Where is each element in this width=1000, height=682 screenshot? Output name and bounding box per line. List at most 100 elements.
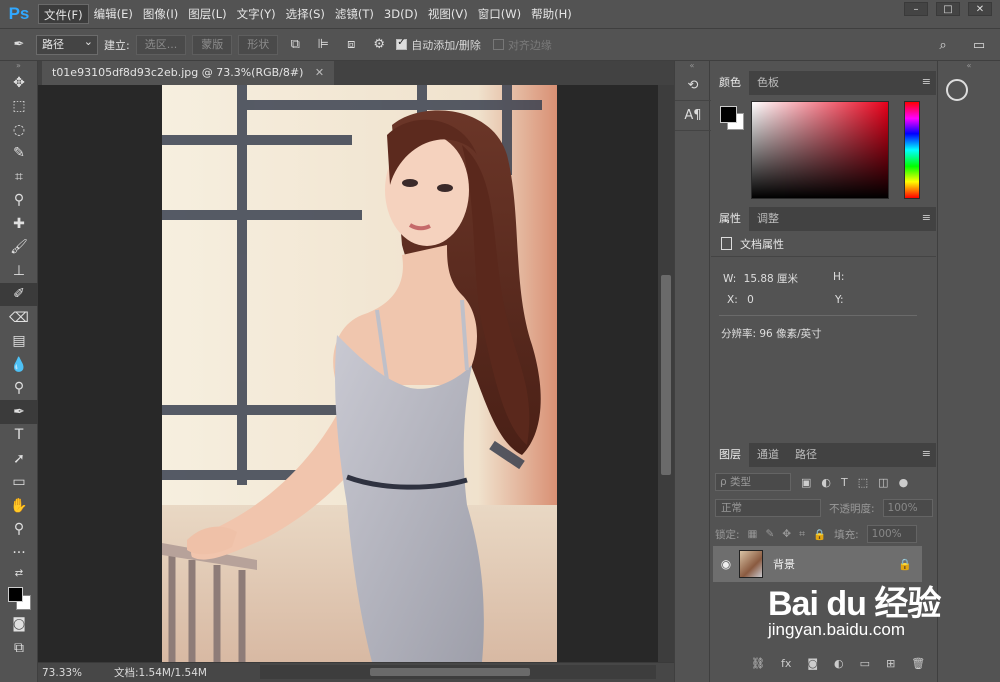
pen-mode-select[interactable]: 路径: [36, 33, 98, 55]
panel-menu-icon[interactable]: ≡: [922, 211, 931, 224]
menu-select[interactable]: 选择(S): [281, 4, 330, 24]
document-tab[interactable]: t01e93105df8d93c2eb.jpg @ 73.3%(RGB/8#) …: [42, 61, 335, 85]
path-selection-tool-icon[interactable]: ➚: [0, 447, 38, 471]
dodge-tool-icon[interactable]: ⚲: [0, 377, 38, 401]
close-document-icon[interactable]: ✕: [315, 66, 324, 79]
gradient-tool-icon[interactable]: ▤: [0, 330, 38, 354]
menu-file[interactable]: 文件(F): [38, 4, 89, 24]
tab-color[interactable]: 颜色: [711, 71, 749, 95]
tab-channels[interactable]: 通道: [749, 443, 787, 467]
menu-view[interactable]: 视图(V): [423, 4, 473, 24]
menu-edit[interactable]: 编辑(E): [89, 4, 138, 24]
panel-menu-icon[interactable]: ≡: [922, 447, 931, 460]
vertical-scrollbar[interactable]: [658, 85, 674, 662]
make-mask-button[interactable]: 蒙版: [192, 34, 233, 55]
filter-toggle-icon[interactable]: ●: [899, 476, 909, 489]
type-tool-icon[interactable]: T: [0, 424, 38, 448]
opacity-input[interactable]: 100%: [882, 499, 933, 517]
foreground-color-chip[interactable]: [720, 106, 737, 123]
lock-position-icon[interactable]: ✥: [782, 528, 791, 540]
layer-lock-icon[interactable]: 🔒: [898, 558, 912, 571]
type-filter-icon[interactable]: T: [841, 476, 848, 489]
marquee-tool-icon[interactable]: ⬚: [0, 95, 38, 119]
maximize-button[interactable]: □: [936, 2, 960, 16]
make-shape-button[interactable]: 形状: [238, 34, 279, 55]
menu-help[interactable]: 帮助(H): [526, 4, 577, 24]
menu-window[interactable]: 窗口(W): [473, 4, 526, 24]
brush-tool-icon[interactable]: 🖌: [0, 236, 38, 260]
screen-mode-icon[interactable]: ⧉: [0, 636, 38, 660]
menu-3d[interactable]: 3D(D): [379, 4, 423, 24]
pen-tool-preset-icon[interactable]: ✒: [8, 34, 30, 56]
menu-type[interactable]: 文字(Y): [232, 4, 281, 24]
lock-all-icon[interactable]: 🔒: [813, 528, 826, 541]
new-layer-icon[interactable]: ⊞: [886, 657, 895, 670]
layer-name[interactable]: 背景: [773, 556, 795, 572]
gear-icon[interactable]: ⚙: [368, 34, 390, 56]
smart-object-filter-icon[interactable]: ◫: [878, 476, 888, 489]
hand-tool-icon[interactable]: ✋: [0, 494, 38, 518]
visibility-eye-icon[interactable]: ◉: [713, 557, 739, 571]
blend-mode-select[interactable]: 正常: [715, 499, 821, 517]
adjustment-filter-icon[interactable]: ◐: [821, 476, 831, 489]
swap-colors-icon[interactable]: ⇄: [0, 565, 38, 583]
shape-filter-icon[interactable]: ⬚: [858, 476, 868, 489]
foreground-color-swatch[interactable]: [8, 586, 23, 602]
layer-filter-kind-select[interactable]: ρ 类型: [715, 473, 791, 491]
vertical-scroll-thumb[interactable]: [661, 275, 671, 475]
delete-layer-icon[interactable]: 🗑: [911, 657, 925, 670]
crop-tool-icon[interactable]: ⌗: [0, 165, 38, 189]
pen-tool-icon[interactable]: ✒: [0, 400, 38, 424]
lock-artboard-icon[interactable]: ⌗: [799, 528, 805, 541]
color-swatches[interactable]: [0, 583, 37, 613]
more-tools-icon[interactable]: ···: [0, 541, 38, 565]
align-edges-checkbox[interactable]: 对齐边缘: [492, 37, 552, 53]
make-selection-button[interactable]: 选区...: [135, 34, 187, 55]
tab-paths[interactable]: 路径: [787, 443, 825, 467]
horizontal-scroll-thumb[interactable]: [370, 668, 530, 676]
history-brush-tool-icon[interactable]: ✐: [0, 282, 38, 306]
workspace-switcher-icon[interactable]: ▭: [968, 34, 990, 56]
creative-cloud-libraries-icon[interactable]: [946, 79, 968, 101]
tab-layers[interactable]: 图层: [711, 443, 749, 467]
auto-add-delete-checkbox[interactable]: 自动添加/删除: [396, 37, 481, 53]
document-canvas[interactable]: [38, 85, 658, 662]
horizontal-scrollbar[interactable]: [260, 665, 656, 679]
zoom-tool-icon[interactable]: ⚲: [0, 518, 38, 542]
zoom-level[interactable]: 73.33%: [38, 667, 94, 679]
rectangle-tool-icon[interactable]: ▭: [0, 471, 38, 495]
clone-stamp-tool-icon[interactable]: ⊥: [0, 259, 38, 283]
lock-pixels-icon[interactable]: ✎: [765, 528, 774, 540]
tab-adjustments[interactable]: 调整: [749, 207, 787, 231]
character-panel-icon[interactable]: A¶: [675, 101, 711, 131]
layer-style-icon[interactable]: fx: [781, 657, 791, 670]
new-group-icon[interactable]: ▭: [860, 657, 870, 670]
search-icon[interactable]: ⌕: [932, 34, 954, 56]
close-window-button[interactable]: ✕: [968, 2, 992, 16]
healing-brush-tool-icon[interactable]: ✚: [0, 212, 38, 236]
history-panel-icon[interactable]: ⟲: [675, 71, 711, 101]
minimize-button[interactable]: –: [904, 2, 928, 16]
move-tool-icon[interactable]: ✥: [0, 71, 38, 95]
tab-properties[interactable]: 属性: [711, 207, 749, 231]
link-layers-icon[interactable]: ⛓: [751, 657, 765, 670]
document-size-info[interactable]: 文档:1.54M/1.54M: [94, 665, 207, 680]
hue-slider[interactable]: [904, 101, 920, 199]
path-alignment-icon[interactable]: ⊫: [312, 34, 334, 56]
path-arrangement-icon[interactable]: ⧈: [340, 34, 362, 56]
fill-input[interactable]: 100%: [866, 525, 917, 543]
add-mask-icon[interactable]: ◙: [807, 657, 818, 670]
quick-selection-tool-icon[interactable]: ✎: [0, 142, 38, 166]
color-picker-field[interactable]: [751, 101, 889, 199]
panel-menu-icon[interactable]: ≡: [922, 75, 931, 88]
dock-collapse-icon[interactable]: «: [675, 61, 709, 71]
eraser-tool-icon[interactable]: ⌫: [0, 306, 38, 330]
blur-tool-icon[interactable]: 💧: [0, 353, 38, 377]
x-value[interactable]: 0: [747, 294, 754, 306]
path-operations-icon[interactable]: ⧉: [284, 34, 306, 56]
lock-transparent-icon[interactable]: ▦: [748, 528, 758, 540]
menu-layer[interactable]: 图层(L): [183, 4, 231, 24]
quick-mask-icon[interactable]: ◙: [0, 613, 38, 637]
width-value[interactable]: 15.88 厘米: [744, 273, 798, 285]
lasso-tool-icon[interactable]: ◌: [0, 118, 38, 142]
